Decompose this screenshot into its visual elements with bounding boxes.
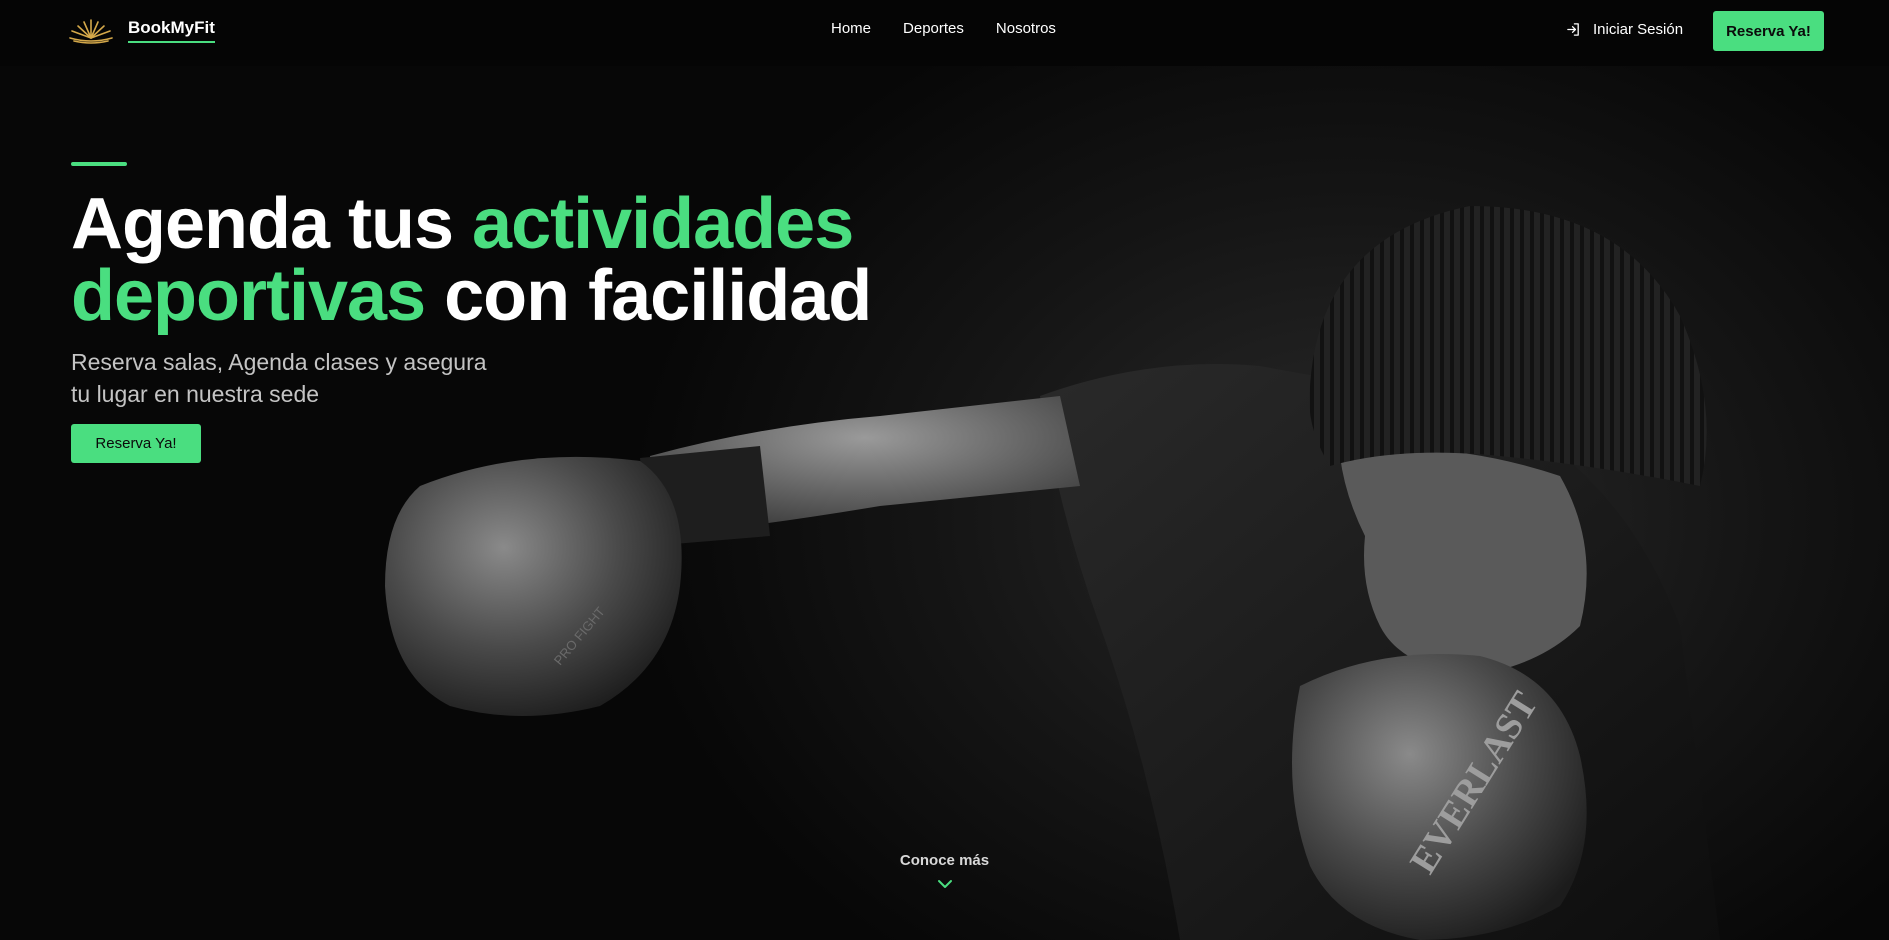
hero-content: Agenda tus actividades deportivas con fa… [71,162,872,463]
hero-subtitle: Reserva salas, Agenda clases y asegura t… [71,349,487,407]
headline-line1-white: Agenda tus [71,184,473,264]
headline-line1-green: actividades [472,184,854,264]
accent-bar [71,162,127,166]
login-label: Iniciar Sesión [1593,21,1684,38]
navbar: BookMyFit Home Deportes Nosotros Iniciar… [0,0,1889,66]
login-link[interactable]: Iniciar Sesión [1566,21,1683,38]
hero-reserve-button[interactable]: Reserva Ya! [71,424,201,463]
chevron-down-icon [937,880,952,888]
nav-link-home[interactable]: Home [831,20,871,38]
brand-link[interactable]: BookMyFit [66,14,215,46]
headline-line2-white: con facilidad [425,256,872,336]
hero-section: PRO FIGHT EVERLAST Agenda tus actividade… [0,66,1889,940]
sign-in-icon [1567,23,1579,36]
hero-headline: Agenda tus actividades deportivas con fa… [71,188,872,332]
scroll-hint-label: Conoce más [899,852,990,869]
headline-line2-green: deportivas [71,256,426,336]
scroll-hint[interactable]: Conoce más [0,852,1889,890]
lotus-logo-icon [69,19,113,44]
brand-name: BookMyFit [128,18,215,43]
nav-link-deportes[interactable]: Deportes [903,20,964,38]
main-nav: Home Deportes Nosotros [831,20,1088,38]
nav-reserve-button[interactable]: Reserva Ya! [1713,11,1824,51]
nav-link-nosotros[interactable]: Nosotros [996,20,1056,38]
